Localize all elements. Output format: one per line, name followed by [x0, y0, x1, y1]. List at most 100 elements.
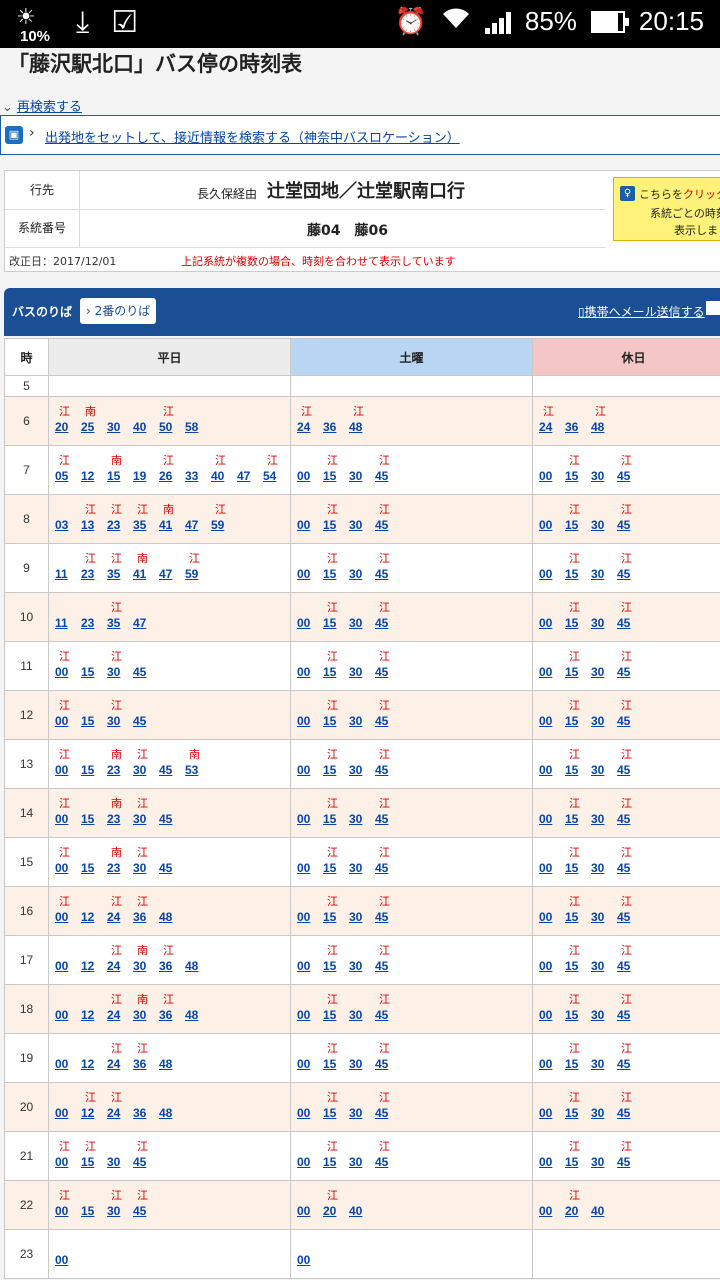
departure-minute[interactable]: 15	[81, 664, 94, 680]
departure[interactable]: 江 45	[375, 846, 401, 876]
departure[interactable]: 江 24	[539, 405, 565, 435]
departure-minute[interactable]: 00	[55, 860, 68, 876]
departure[interactable]: 江 45	[375, 797, 401, 827]
departure-minute[interactable]: 30	[349, 517, 362, 533]
departure[interactable]: 12	[81, 895, 107, 925]
departure-minute[interactable]: 00	[539, 762, 552, 778]
departure-minute[interactable]: 30	[349, 1154, 362, 1170]
departure[interactable]: 江 45	[133, 1140, 159, 1170]
departure[interactable]: 00	[297, 1042, 323, 1072]
departure[interactable]: 江 15	[323, 1042, 349, 1072]
departure-minute[interactable]: 30	[349, 615, 362, 631]
departure-minute[interactable]: 15	[323, 1105, 336, 1121]
departure[interactable]: 00	[539, 552, 565, 582]
departure-minute[interactable]: 45	[375, 664, 388, 680]
departure-minute[interactable]: 59	[185, 566, 198, 582]
departure-minute[interactable]: 15	[565, 909, 578, 925]
departure-minute[interactable]: 30	[591, 1154, 604, 1170]
departure-minute[interactable]: 45	[617, 958, 630, 974]
departure-minute[interactable]: 30	[591, 664, 604, 680]
departure-minute[interactable]: 00	[55, 1252, 68, 1268]
departure[interactable]: 江 15	[565, 797, 591, 827]
departure[interactable]: 00	[539, 846, 565, 876]
departure-minute[interactable]: 15	[565, 1056, 578, 1072]
departure[interactable]: 00	[297, 552, 323, 582]
departure-minute[interactable]: 45	[133, 664, 146, 680]
departure-minute[interactable]: 45	[159, 811, 172, 827]
departure[interactable]: 15	[81, 748, 107, 778]
departure[interactable]: 江 36	[159, 944, 185, 974]
departure[interactable]: 11	[55, 552, 81, 582]
departure-minute[interactable]: 15	[565, 860, 578, 876]
departure-minute[interactable]: 00	[297, 615, 310, 631]
departure[interactable]: 江 45	[617, 895, 643, 925]
departure-minute[interactable]: 20	[55, 419, 68, 435]
departure[interactable]: 30	[349, 552, 375, 582]
mail-link[interactable]: ▯携帯へメール送信する	[578, 303, 705, 320]
departure-minute[interactable]: 30	[107, 664, 120, 680]
departure-minute[interactable]: 40	[591, 1203, 604, 1219]
departure[interactable]: 45	[159, 797, 185, 827]
departure[interactable]: 江 59	[185, 552, 211, 582]
departure-minute[interactable]: 45	[617, 762, 630, 778]
departure[interactable]: 江 00	[55, 846, 81, 876]
departure[interactable]: 40	[133, 405, 159, 435]
departure[interactable]: 江 15	[323, 895, 349, 925]
departure-minute[interactable]: 15	[323, 860, 336, 876]
departure[interactable]: 30	[349, 797, 375, 827]
departure-minute[interactable]: 00	[297, 811, 310, 827]
departure[interactable]: 江 26	[159, 454, 185, 484]
departure[interactable]: 江 45	[617, 944, 643, 974]
departure-minute[interactable]: 24	[107, 1105, 120, 1121]
departure[interactable]: 00	[297, 1091, 323, 1121]
departure[interactable]: 36	[133, 1091, 159, 1121]
departure[interactable]: 江 15	[565, 944, 591, 974]
departure-minute[interactable]: 12	[81, 909, 94, 925]
departure-minute[interactable]: 00	[55, 811, 68, 827]
departure-minute[interactable]: 00	[297, 860, 310, 876]
departure[interactable]: 南 41	[133, 552, 159, 582]
departure-minute[interactable]: 11	[55, 615, 68, 631]
departure[interactable]: 江 35	[133, 503, 159, 533]
departure[interactable]: 江 15	[323, 1140, 349, 1170]
departure[interactable]: 江 15	[565, 454, 591, 484]
departure[interactable]: 江 24	[297, 405, 323, 435]
departure[interactable]: 00	[297, 993, 323, 1023]
departure[interactable]: 江 15	[565, 846, 591, 876]
departure-minute[interactable]: 03	[55, 517, 68, 533]
departure[interactable]: 48	[159, 895, 185, 925]
departure[interactable]: 江 23	[107, 503, 133, 533]
departure-minute[interactable]: 00	[539, 811, 552, 827]
departure[interactable]: 00	[297, 454, 323, 484]
departure[interactable]: 江 15	[565, 895, 591, 925]
departure[interactable]: 30	[349, 601, 375, 631]
departure[interactable]: 30	[349, 944, 375, 974]
departure[interactable]: 30	[349, 454, 375, 484]
departure[interactable]: 江 15	[323, 503, 349, 533]
departure-minute[interactable]: 35	[107, 566, 120, 582]
departure[interactable]: 江 15	[323, 1091, 349, 1121]
departure[interactable]: 江 00	[55, 699, 81, 729]
departure-minute[interactable]: 30	[591, 566, 604, 582]
departure-minute[interactable]: 36	[133, 1056, 146, 1072]
departure-minute[interactable]: 45	[617, 468, 630, 484]
departure-minute[interactable]: 36	[159, 958, 172, 974]
departure-minute[interactable]: 00	[297, 1203, 310, 1219]
departure[interactable]: 30	[349, 1140, 375, 1170]
departure[interactable]: 江 30	[107, 699, 133, 729]
departure[interactable]: 江 13	[81, 503, 107, 533]
departure[interactable]: 江 15	[323, 748, 349, 778]
departure[interactable]: 江 15	[565, 1091, 591, 1121]
departure[interactable]: 00	[539, 895, 565, 925]
departure-minute[interactable]: 45	[159, 762, 172, 778]
departure-minute[interactable]: 00	[55, 713, 68, 729]
departure-minute[interactable]: 45	[617, 811, 630, 827]
departure-minute[interactable]: 54	[263, 468, 276, 484]
departure[interactable]: 江 48	[591, 405, 617, 435]
departure-minute[interactable]: 45	[375, 762, 388, 778]
departure[interactable]: 00	[539, 1189, 565, 1219]
departure[interactable]: 江 45	[375, 1140, 401, 1170]
departure-minute[interactable]: 30	[107, 419, 120, 435]
departure-minute[interactable]: 00	[55, 762, 68, 778]
research-link-text[interactable]: 再検索する	[17, 100, 82, 115]
